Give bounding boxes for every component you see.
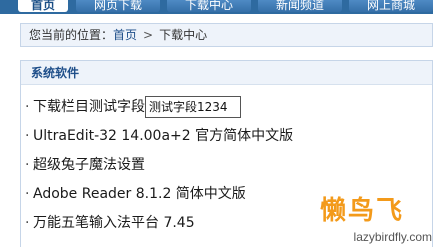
watermark-logo: 懒鸟飞 bbox=[320, 196, 405, 226]
list-item[interactable]: · 下载栏目测试字段 bbox=[25, 96, 145, 118]
list-bullet: · bbox=[25, 186, 30, 202]
breadcrumb-current: 下载中心 bbox=[159, 28, 208, 42]
list-bullet: · bbox=[25, 157, 30, 173]
section-title: 系统软件 bbox=[21, 61, 432, 85]
top-nav: 首页 网页下载 下载中心 新闻频道 网上商城 bbox=[0, 0, 433, 14]
list-item-link[interactable]: 下载栏目测试字段 bbox=[33, 99, 145, 115]
list-bullet: · bbox=[25, 215, 30, 231]
list-item-link[interactable]: 万能五笔输入法平台 7.45 bbox=[33, 215, 195, 231]
nav-tab-2[interactable]: 网页下载 bbox=[76, 0, 160, 12]
list-item[interactable]: · 万能五笔输入法平台 7.45 bbox=[25, 212, 195, 234]
list-bullet: · bbox=[25, 99, 30, 115]
list-item[interactable]: · 超级兔子魔法设置 bbox=[25, 154, 145, 176]
breadcrumb-separator: > bbox=[143, 28, 154, 42]
breadcrumb-prefix: 您当前的位置： bbox=[29, 28, 114, 42]
link-tooltip: 测试字段1234 bbox=[145, 96, 241, 118]
list-item[interactable]: · Adobe Reader 8.1.2 简体中文版 bbox=[25, 183, 246, 205]
list-item-link[interactable]: Adobe Reader 8.1.2 简体中文版 bbox=[33, 186, 246, 202]
list-bullet: · bbox=[25, 128, 30, 144]
watermark-url: lazybirdfly.com bbox=[353, 230, 432, 244]
breadcrumb: 您当前的位置：首页 > 下载中心 bbox=[20, 23, 433, 47]
nav-tab-home[interactable]: 首页 bbox=[18, 0, 68, 12]
breadcrumb-home-link[interactable]: 首页 bbox=[113, 28, 137, 42]
nav-tab-4[interactable]: 新闻频道 bbox=[258, 0, 342, 12]
list-item[interactable]: · UltraEdit-32 14.00a+2 官方简体中文版 bbox=[25, 125, 293, 147]
nav-tab-5[interactable]: 网上商城 bbox=[349, 0, 433, 12]
nav-tab-3[interactable]: 下载中心 bbox=[167, 0, 251, 12]
list-item-link[interactable]: 超级兔子魔法设置 bbox=[33, 157, 145, 173]
list-item-link[interactable]: UltraEdit-32 14.00a+2 官方简体中文版 bbox=[33, 128, 293, 144]
